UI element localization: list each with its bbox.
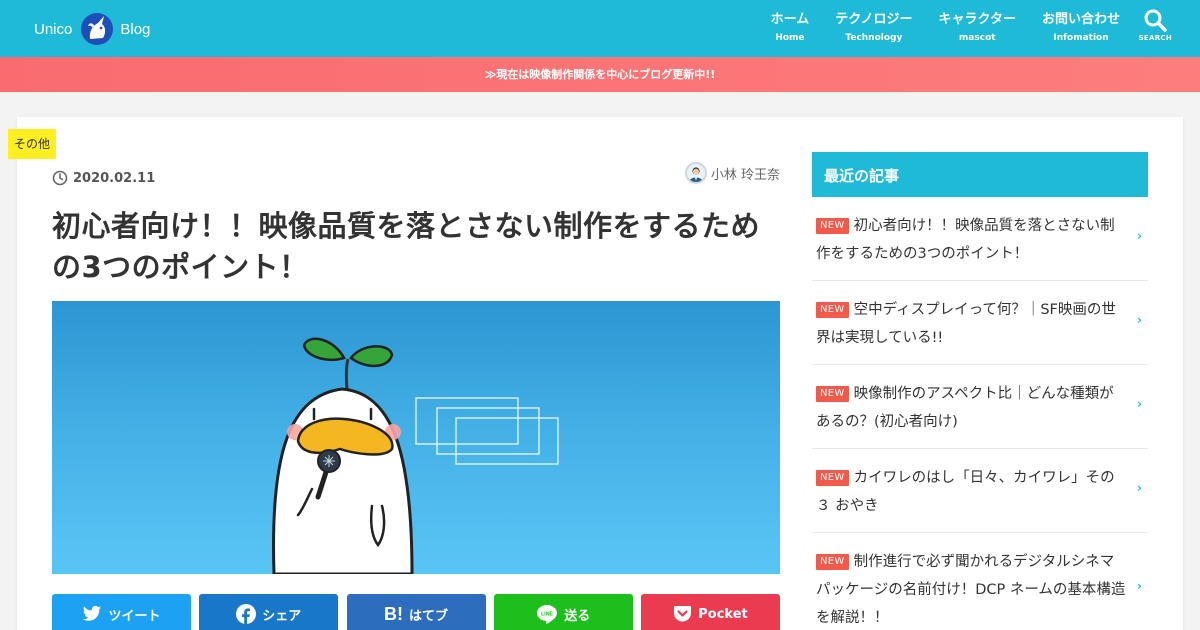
share-label: Pocket [698,606,748,622]
share-label: シェア [262,608,302,624]
unicorn-logo-icon [81,13,114,45]
post-date-text: 2020.02.11 [73,170,156,186]
pocket-icon [673,605,692,623]
logo-text-left: Unico [34,20,73,38]
category-badge[interactable]: その他 [8,129,57,159]
logo-text-right: Blog [120,20,151,38]
post-date: 2020.02.11 [52,170,155,186]
share-label: 送る [564,608,591,624]
author-name: 小林 玲王奈 [710,167,780,183]
list-item[interactable]: NEW 初心者向け！！映像品質を落とさない制作をするための3つのポイント！ › [812,197,1148,281]
search-button[interactable]: SEARCH [1139,8,1172,42]
nav-item-sublabel: Technology [845,33,903,43]
recent-post-title-text: 初心者向け！！映像品質を落とさない制作をするための3つのポイント！ [816,218,1115,262]
share-hatena-button[interactable]: B! はてブ [346,594,486,630]
recent-post-title-text: カイワレのはし「日々、カイワレ」その３ おやき [816,470,1115,514]
nav-item-sublabel: mascot [958,33,996,43]
new-badge: NEW [816,554,849,570]
recent-post-title: NEW 空中ディスプレイって何？｜SF映画の世界は実現している!! [816,296,1126,352]
site-logo[interactable]: Unico Blog [34,12,150,46]
twitter-icon [82,605,102,623]
recent-post-title: NEW カイワレのはし「日々、カイワレ」その３ おやき [816,464,1126,520]
svg-text:LINE: LINE [541,611,553,617]
nav-item-label: お問い合わせ [1041,12,1120,27]
recent-posts-heading: 最近の記事 [812,152,1148,197]
nav-item-home[interactable]: ホーム Home [771,10,810,44]
nav-item-label: キャラクター [938,12,1016,27]
chevron-right-icon: › [1137,229,1142,243]
hatena-icon: B! [383,603,403,624]
recent-post-title-text: 空中ディスプレイって何？｜SF映画の世界は実現している!! [816,302,1116,346]
new-badge: NEW [816,386,849,402]
recent-post-title: NEW 映像制作のアスペクト比｜どんな種類があるの？(初心者向け) [816,380,1126,436]
list-item[interactable]: NEW 映像制作のアスペクト比｜どんな種類があるの？(初心者向け) › [812,365,1148,449]
share-pocket-button[interactable]: Pocket [641,594,780,630]
list-item[interactable]: NEW 空中ディスプレイって何？｜SF映画の世界は実現している!! › [812,281,1148,365]
share-label: ツイート [108,608,161,624]
recent-post-title-text: 制作進行で必ず聞かれるデジタルシネマパッケージの名前付け！DCP ネームの基本構… [816,554,1126,626]
recent-post-title-text: 映像制作のアスペクト比｜どんな種類があるの？(初心者向け) [816,386,1114,430]
chevron-right-icon: › [1137,397,1142,411]
site-header: Unico Blog ホーム Home テクノロジー Technology キャ… [0,0,1200,57]
author[interactable]: 小林 玲王奈 [684,162,780,184]
list-item[interactable]: NEW 制作進行で必ず聞かれるデジタルシネマパッケージの名前付け！DCP ネームの… [812,533,1148,630]
article-title: 初心者向け！！映像品質を落とさない制作をするための3つのポイント！ [52,209,761,284]
line-icon: LINE [536,604,558,625]
screen-frames [415,397,559,465]
recent-post-title: NEW 初心者向け！！映像品質を落とさない制作をするための3つのポイント！ [816,212,1126,268]
author-avatar-icon [688,167,703,182]
notice-bar[interactable]: ≫現在は映像制作関係を中心にブログ更新中!! [0,57,1200,92]
nav-item-label: テクノロジー [835,12,913,27]
share-twitter-button[interactable]: ツイート [52,594,191,630]
nav-item-sublabel: Home [775,33,805,43]
new-badge: NEW [816,470,849,486]
share-facebook-button[interactable]: シェア [199,594,339,630]
share-line-button[interactable]: LINE 送る [493,594,633,630]
recent-post-title: NEW 制作進行で必ず聞かれるデジタルシネマパッケージの名前付け！DCP ネームの… [816,548,1126,630]
nav-item-technology[interactable]: テクノロジー Technology [835,10,912,44]
mascot-illustration [272,337,559,574]
search-label: SEARCH [1138,34,1172,42]
share-label: はてブ [408,608,448,624]
new-badge: NEW [816,218,849,234]
share-buttons: ツイート シェア B! はてブ LINE 送る Pocket [52,594,780,630]
nav-item-mascot[interactable]: キャラクター mascot [939,10,1016,44]
eyecatch-image [52,301,780,574]
chevron-right-icon: › [1137,313,1142,327]
global-nav: ホーム Home テクノロジー Technology キャラクター mascot… [745,10,1120,44]
new-badge: NEW [816,302,849,318]
nav-item-label: ホーム [770,12,810,27]
nav-item-sublabel: Infomation [1053,33,1109,43]
avatar [684,162,707,184]
facebook-icon [236,604,257,624]
chevron-right-icon: › [1137,481,1142,495]
clock-icon [52,170,68,186]
nav-item-contact[interactable]: お問い合わせ Infomation [1042,10,1120,44]
chevron-right-icon: › [1137,579,1142,593]
search-icon [1144,9,1168,32]
recent-posts-list: NEW 初心者向け！！映像品質を落とさない制作をするための3つのポイント！ › N… [812,197,1148,630]
list-item[interactable]: NEW カイワレのはし「日々、カイワレ」その３ おやき › [812,449,1148,533]
